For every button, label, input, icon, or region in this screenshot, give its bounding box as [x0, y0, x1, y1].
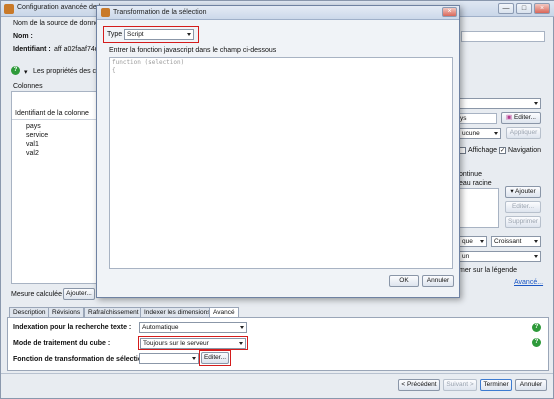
table-row[interactable]: pays: [26, 123, 41, 130]
close-button[interactable]: ×: [534, 3, 550, 14]
table-row[interactable]: val1: [26, 141, 39, 148]
table-row[interactable]: service: [26, 132, 48, 139]
right-field[interactable]: ys: [459, 113, 497, 124]
legend-label: mer sur la légende: [459, 267, 517, 274]
type-label: Type: [107, 31, 123, 38]
help-icon[interactable]: ?: [532, 323, 541, 332]
avance-link[interactable]: Avancé...: [514, 279, 543, 286]
racine-label: eau racine: [459, 180, 492, 187]
continue-label: ontinue: [459, 171, 482, 178]
indexation-select[interactable]: Automatique: [139, 322, 247, 333]
column-properties-label: Les propriétés des co: [33, 68, 100, 75]
finish-button[interactable]: Terminer: [480, 379, 512, 391]
sort-order-combo[interactable]: Croissant: [491, 236, 541, 247]
add-measure-button[interactable]: Ajouter...: [63, 288, 95, 300]
fonction-label: Fonction de transformation de sélection …: [13, 356, 151, 363]
mode-label: Mode de traitement du cube :: [13, 340, 111, 347]
aucune-combo[interactable]: ucune: [459, 128, 501, 139]
code-line: function (selection): [112, 59, 185, 66]
column-header: Identifiant de la colonne: [15, 110, 89, 117]
navigation-checkbox[interactable]: ✓: [499, 147, 506, 154]
dialog-title-bar[interactable]: Transformation de la sélection ×: [97, 6, 459, 20]
identifiant-label: Identifiant :: [13, 46, 51, 53]
sort-type-combo[interactable]: que: [459, 236, 487, 247]
previous-button[interactable]: < Précédent: [398, 379, 440, 391]
chevron-down-icon[interactable]: ▾: [24, 68, 28, 76]
affichage-label: Affichage: [468, 147, 498, 154]
edit-level-button[interactable]: Editer...: [505, 201, 541, 213]
nom-label: Nom :: [13, 33, 33, 40]
indexation-label: Indexation pour la recherche texte :: [13, 324, 132, 331]
add-level-button[interactable]: ▾ Ajouter: [505, 186, 541, 198]
instruction-text: Entrer la fonction javascript dans le ch…: [109, 47, 277, 54]
navigation-label: Navigation: [508, 147, 542, 154]
palette-icon: ▣: [505, 114, 513, 121]
app-icon: [101, 8, 110, 17]
delete-level-button[interactable]: Supprimer: [505, 216, 541, 228]
maximize-button[interactable]: □: [516, 3, 532, 14]
fonction-select[interactable]: [139, 353, 199, 364]
type-select[interactable]: Script: [124, 29, 194, 40]
ok-button[interactable]: OK: [389, 275, 419, 287]
edit-button-right[interactable]: ▣ Editer...: [501, 112, 541, 124]
edit-label: Editer...: [513, 114, 536, 121]
window-title: Configuration avancée de la: [17, 4, 105, 11]
table-row[interactable]: val2: [26, 150, 39, 157]
next-button[interactable]: Suivant >: [443, 379, 477, 391]
help-icon[interactable]: ?: [11, 66, 20, 75]
dialog-cancel-button[interactable]: Annuler: [422, 275, 454, 287]
nom-input-right[interactable]: [461, 31, 545, 42]
affichage-checkbox[interactable]: [459, 147, 466, 154]
columns-table: Identifiant de la colonne pays service v…: [11, 91, 98, 284]
edit-function-button[interactable]: Editer...: [201, 352, 229, 364]
minimize-button[interactable]: —: [498, 3, 514, 14]
dialog-title: Transformation de la sélection: [113, 9, 207, 16]
colonnes-label: Colonnes: [13, 83, 43, 90]
mode-select[interactable]: Toujours sur le serveur: [140, 338, 246, 349]
right-combo-1[interactable]: [459, 98, 541, 109]
identifiant-value: aff a02faaf74d: [54, 46, 99, 53]
app-icon: [4, 4, 14, 14]
script-editor[interactable]: function (selection) {: [109, 57, 453, 269]
help-icon[interactable]: ?: [532, 338, 541, 347]
transformation-dialog: Transformation de la sélection × Type Sc…: [96, 5, 460, 298]
levels-list[interactable]: [459, 188, 499, 228]
right-combo-3[interactable]: un: [459, 251, 541, 262]
appliquer-button[interactable]: Appliquer: [506, 127, 541, 139]
dialog-close-button[interactable]: ×: [442, 7, 457, 17]
code-line: {: [112, 67, 116, 74]
cancel-button[interactable]: Annuler: [515, 379, 547, 391]
mesure-label: Mesure calculée :: [11, 291, 66, 298]
source-name-label: Nom de la source de donnée: [13, 20, 103, 27]
